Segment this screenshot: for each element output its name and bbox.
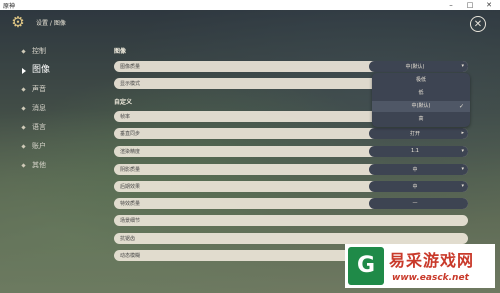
section-title-custom: 自定义 bbox=[114, 99, 133, 106]
chevron-down-icon: ▾ bbox=[461, 166, 464, 172]
setting-label: 显示模式 bbox=[120, 81, 141, 87]
setting-value: 中 bbox=[412, 184, 418, 190]
watermark-title: 易采游戏网 bbox=[389, 251, 475, 270]
sidebar-item-label: 账户 bbox=[32, 142, 46, 150]
sidebar-item-label: 消息 bbox=[32, 104, 46, 112]
diamond-icon bbox=[21, 106, 26, 111]
settings-sidebar: 控制 图像 声音 消息 语言 账户 其他 bbox=[21, 44, 102, 177]
diamond-icon bbox=[21, 87, 26, 92]
setting-row-vsync[interactable]: 垂直同步 打开 ▸ bbox=[114, 128, 468, 139]
window-title: 原神 bbox=[3, 3, 16, 10]
watermark-logo-icon: G bbox=[348, 247, 384, 285]
sidebar-item-account[interactable]: 账户 bbox=[21, 139, 102, 158]
chevron-down-icon: ▾ bbox=[461, 63, 464, 69]
sidebar-item-other[interactable]: 其他 bbox=[21, 158, 102, 177]
graphics-quality-select[interactable]: 中(默认) ▾ bbox=[369, 61, 468, 72]
setting-row-anti-aliasing[interactable]: 抗锯齿 bbox=[114, 233, 468, 244]
setting-value: 1.1 bbox=[411, 148, 419, 154]
setting-row-scene-detail[interactable]: 场景细节 bbox=[114, 215, 468, 226]
setting-label: 场景细节 bbox=[120, 218, 141, 224]
diamond-icon bbox=[21, 49, 26, 54]
sidebar-item-language[interactable]: 语言 bbox=[21, 120, 102, 139]
shadow-quality-select[interactable]: 中 ▾ bbox=[369, 164, 468, 175]
setting-label: 帧率 bbox=[120, 114, 131, 120]
sidebar-item-messages[interactable]: 消息 bbox=[21, 101, 102, 120]
close-icon[interactable]: ✕ bbox=[470, 16, 486, 32]
gear-icon: ⚙ bbox=[11, 13, 25, 31]
setting-label: 图像质量 bbox=[120, 64, 141, 70]
sidebar-item-label: 控制 bbox=[32, 47, 46, 55]
setting-label: 抗锯齿 bbox=[120, 236, 136, 242]
sidebar-item-audio[interactable]: 声音 bbox=[21, 82, 102, 101]
setting-label: 特效质量 bbox=[120, 201, 141, 207]
effects-quality-select[interactable]: — bbox=[369, 198, 468, 209]
setting-row-shadow-quality[interactable]: 阴影质量 中 ▾ bbox=[114, 164, 468, 175]
window-close-button[interactable]: ✕ bbox=[482, 0, 496, 10]
option-label: 中(默认) bbox=[411, 103, 431, 109]
section-title-image: 图像 bbox=[114, 48, 127, 55]
diamond-icon bbox=[21, 144, 26, 149]
sidebar-item-label: 其他 bbox=[32, 161, 46, 169]
setting-label: 阴影质量 bbox=[120, 167, 141, 173]
chevron-right-icon: ▸ bbox=[461, 130, 464, 136]
setting-row-effects-quality[interactable]: 特效质量 — bbox=[114, 198, 468, 209]
graphics-quality-dropdown: 极低 低 中(默认) ✓ 高 bbox=[372, 73, 470, 127]
breadcrumb: 设置 / 图像 bbox=[36, 20, 66, 27]
setting-label: 动态模糊 bbox=[120, 253, 141, 259]
setting-row-graphics-quality[interactable]: 图像质量 中(默认) ▾ bbox=[114, 61, 468, 72]
setting-row-render-resolution[interactable]: 渲染精度 1.1 ▾ bbox=[114, 146, 468, 157]
watermark-url: www.easck.net bbox=[392, 273, 469, 283]
setting-label: 垂直同步 bbox=[120, 131, 141, 137]
minimize-button[interactable]: – bbox=[444, 0, 458, 10]
active-pointer-icon bbox=[22, 68, 26, 74]
sidebar-item-controls[interactable]: 控制 bbox=[21, 44, 102, 63]
sidebar-item-label: 声音 bbox=[32, 85, 46, 93]
diamond-icon bbox=[21, 163, 26, 168]
setting-row-post-processing[interactable]: 后期效果 中 ▾ bbox=[114, 181, 468, 192]
post-processing-select[interactable]: 中 ▾ bbox=[369, 181, 468, 192]
site-watermark: G 易采游戏网 www.easck.net bbox=[345, 244, 495, 288]
setting-value: 打开 bbox=[409, 131, 420, 137]
checkmark-icon: ✓ bbox=[458, 103, 464, 110]
dropdown-option[interactable]: 极低 bbox=[372, 75, 470, 86]
setting-label: 渲染精度 bbox=[120, 149, 141, 155]
sidebar-item-label: 语言 bbox=[32, 123, 46, 131]
sidebar-item-label: 图像 bbox=[32, 65, 51, 75]
option-label: 低 bbox=[418, 90, 424, 96]
dropdown-option[interactable]: 低 bbox=[372, 88, 470, 99]
maximize-button[interactable]: □ bbox=[463, 0, 477, 10]
render-resolution-select[interactable]: 1.1 ▾ bbox=[369, 146, 468, 157]
sidebar-item-graphics[interactable]: 图像 bbox=[22, 63, 102, 82]
vsync-select[interactable]: 打开 ▸ bbox=[369, 128, 468, 139]
chevron-down-icon: ▾ bbox=[461, 148, 464, 154]
option-label: 高 bbox=[418, 116, 424, 122]
diamond-icon bbox=[21, 125, 26, 130]
setting-value: — bbox=[412, 200, 418, 206]
dropdown-option[interactable]: 高 bbox=[372, 114, 470, 125]
chevron-down-icon: ▾ bbox=[461, 183, 464, 189]
setting-label: 后期效果 bbox=[120, 184, 141, 190]
setting-value: 中(默认) bbox=[405, 64, 425, 70]
option-label: 极低 bbox=[415, 77, 426, 83]
dropdown-option-selected[interactable]: 中(默认) ✓ bbox=[372, 101, 470, 112]
setting-value: 中 bbox=[412, 167, 418, 173]
